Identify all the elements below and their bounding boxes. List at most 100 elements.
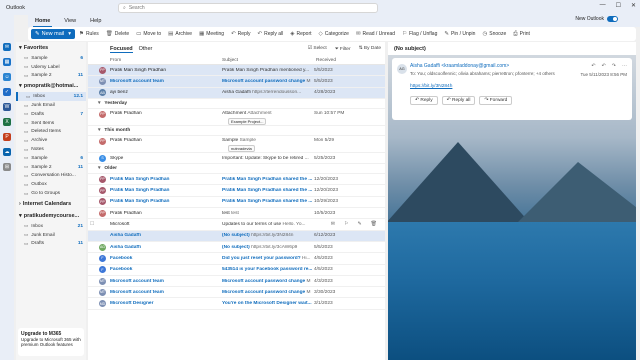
sort-button[interactable]: ⇅ By Date xyxy=(359,46,381,52)
todo-icon[interactable]: ✓ xyxy=(3,88,11,96)
message-row[interactable]: F Facebook Did you just reset your passwor… xyxy=(88,253,385,265)
message-link[interactable]: https://bit.ly/3N284h xyxy=(410,84,627,89)
message-row[interactable]: PP Pratik Man Singh Pradhan Pratik Man Sin… xyxy=(88,174,385,186)
folder-item[interactable]: ▭ Drafts 11 xyxy=(16,240,86,249)
flag-unflag-button[interactable]: ⚐ Flag / Unflag xyxy=(402,31,437,38)
apps-icon[interactable]: ⊞ xyxy=(3,163,11,171)
new-mail-button[interactable]: ✎ New mail ▾ xyxy=(31,29,75,39)
snooze-button[interactable]: ◷ Snooze xyxy=(482,31,506,38)
upgrade-card[interactable]: Upgrade to M365 Upgrade to Microsoft 365… xyxy=(18,328,84,356)
message-row[interactable]: Aisha Gadaffi (No subject) https://bit.ly… xyxy=(88,230,385,242)
word-icon[interactable]: W xyxy=(3,103,11,111)
column-from[interactable]: From xyxy=(88,58,222,63)
folder-item[interactable]: ▭ Inbox 21 xyxy=(16,222,86,231)
reply-all-icon[interactable]: ↶ xyxy=(602,63,606,69)
message-row[interactable]: MT Microsoft account team Microsoft accoun… xyxy=(88,76,385,88)
tab-view[interactable]: View xyxy=(62,16,78,26)
column-subject[interactable]: Subject xyxy=(222,58,316,63)
message-row[interactable]: PP Pratik Man Singh Pradhan Pratik Man Sin… xyxy=(88,197,385,209)
onedrive-icon[interactable]: ☁ xyxy=(3,148,11,156)
folder-item[interactable]: ▭ Sample 6 xyxy=(16,154,86,163)
folder-item[interactable]: ▭ Drafts 7 xyxy=(16,110,86,119)
folder-item[interactable]: ▭ Junk Email xyxy=(16,101,86,110)
folder-item[interactable]: ▭ Junk Email xyxy=(16,231,86,240)
maximize-button[interactable]: ☐ xyxy=(616,2,621,9)
mail-icon[interactable]: ✉ xyxy=(3,43,11,51)
group-this-month[interactable]: ▾ This month xyxy=(88,126,385,136)
folder-item[interactable]: ▭ Sample 2 11 xyxy=(16,163,86,172)
tab-help[interactable]: Help xyxy=(88,16,103,26)
select-button[interactable]: ☑ Select xyxy=(308,46,327,52)
search-box[interactable]: ⌕ Search xyxy=(118,3,378,13)
more-icon[interactable]: ⋯ xyxy=(622,63,627,69)
calendar-icon[interactable]: ▦ xyxy=(3,58,11,66)
message-row[interactable]: AB ayi benz Aisha Gadaffi https://terrendo… xyxy=(88,87,385,99)
flag-icon[interactable]: ⚐ xyxy=(344,221,348,227)
read-unread-button[interactable]: ✉ Read / Unread xyxy=(356,31,395,38)
folder-item[interactable]: ▭ Sample 2 11 xyxy=(16,72,86,81)
meeting-button[interactable]: ▦ Meeting xyxy=(199,31,224,38)
folder-item[interactable]: ▭ Archive xyxy=(16,136,86,145)
message-row[interactable]: PP Pratik Man Singh Pradhan Pratik Man Sin… xyxy=(88,185,385,197)
people-icon[interactable]: ☺ xyxy=(3,73,11,81)
group-yesterday[interactable]: ▾ Yesterday xyxy=(88,99,385,109)
group-older[interactable]: ▾ Older xyxy=(88,164,385,175)
message-row[interactable]: S Skype Important: Update: Skype to be ret… xyxy=(88,153,385,165)
attachment-chip[interactable]: nutrvadevia xyxy=(228,144,255,152)
pin-icon[interactable]: ✎ xyxy=(357,221,361,227)
tab-other[interactable]: Other xyxy=(139,46,153,52)
new-outlook-toggle[interactable]: New Outlook xyxy=(575,16,618,22)
column-received[interactable]: Received xyxy=(316,58,376,63)
message-row[interactable]: PP Pratik Pradhan test test 10/5/2023 xyxy=(88,208,385,220)
message-row[interactable]: MD Microsoft Designer You're on the Micros… xyxy=(88,298,385,310)
reply-button[interactable]: ↶ Reply xyxy=(231,31,250,38)
forward-button[interactable]: ↷ Forward xyxy=(479,96,513,105)
close-button[interactable]: ✕ xyxy=(631,2,636,9)
folder-item[interactable]: ▭ Outbox xyxy=(16,180,86,189)
toggle-switch[interactable] xyxy=(607,16,618,22)
favorites-header[interactable]: ▾ Favorites xyxy=(16,42,86,54)
delete-button[interactable]: 🗑 Delete xyxy=(106,31,129,38)
reply-all-button[interactable]: ↶ Reply all xyxy=(441,96,476,105)
message-row[interactable]: MT Microsoft account team Microsoft accoun… xyxy=(88,276,385,288)
report-button[interactable]: ◈ Report xyxy=(290,31,311,38)
powerpoint-icon[interactable]: P xyxy=(3,133,11,141)
message-row[interactable]: F Facebook 543514 is your Facebook passwor… xyxy=(88,265,385,276)
minimize-button[interactable]: — xyxy=(600,2,606,9)
checkbox[interactable]: ☐ xyxy=(88,222,96,227)
message-row[interactable]: PP Pratik Pradhan Attachment Attachment Sun… xyxy=(88,109,385,126)
folder-item[interactable]: ▭ Deleted Items xyxy=(16,128,86,137)
message-row[interactable]: ☐ Microsoft Updates to our terms of use He… xyxy=(88,219,385,231)
message-row[interactable]: PP Pratik Man Singh Pradhan Pratik Man Sin… xyxy=(88,65,385,77)
envelope-icon[interactable]: ✉ xyxy=(331,221,335,227)
move-to-button[interactable]: ▭ Move to xyxy=(136,31,161,38)
reply-all-button[interactable]: ↶ Reply all xyxy=(257,31,283,38)
attachment-chip[interactable]: Example Project... xyxy=(228,117,267,125)
tab-focused[interactable]: Focused xyxy=(110,46,133,53)
pin-unpin-button[interactable]: ✎ Pin / Unpin xyxy=(444,31,475,38)
folder-item[interactable]: ▭ Conversation Histo... xyxy=(16,172,86,181)
folder-item[interactable]: ▭ Sample 6 xyxy=(16,54,86,63)
internet-calendars-header[interactable]: › Internet Calendars xyxy=(16,198,86,210)
chevron-down-icon[interactable]: ▾ xyxy=(68,31,71,37)
message-row[interactable]: AG Aisha Gadaffi (No subject) https://bit.… xyxy=(88,242,385,254)
message-row[interactable]: PP Pratik Pradhan Sample Sample Mon 5/29 nut… xyxy=(88,136,385,153)
trash-icon[interactable]: 🗑 xyxy=(371,221,377,227)
tab-home[interactable]: Home xyxy=(33,16,53,27)
rules-button[interactable]: ⚑ Rules xyxy=(79,31,99,38)
folder-item[interactable]: ▭ Sent Items xyxy=(16,119,86,128)
reply-icon[interactable]: ↶ xyxy=(591,63,595,69)
second-account-header[interactable]: ▾ pratikudemycourse... xyxy=(16,210,86,222)
folder-item[interactable]: ▭ Go to Groups xyxy=(16,189,86,198)
folder-item[interactable]: ▭ Notes xyxy=(16,145,86,154)
categorize-button[interactable]: ◇ Categorize xyxy=(319,31,349,38)
folder-item[interactable]: ▭ Inbox 12.1 xyxy=(16,92,86,102)
reply-button[interactable]: ↶ Reply xyxy=(410,96,438,105)
print-button[interactable]: ⎙ Print xyxy=(513,31,530,38)
forward-icon[interactable]: ↷ xyxy=(612,63,616,69)
message-row[interactable]: MT Microsoft account team Microsoft accoun… xyxy=(88,287,385,299)
account-header[interactable]: ▾ pmopratik@hotmai... xyxy=(16,80,86,92)
archive-button[interactable]: ▤ Archive xyxy=(168,31,192,38)
excel-icon[interactable]: X xyxy=(3,118,11,126)
filter-button[interactable]: ⏷ Filter xyxy=(335,46,351,52)
